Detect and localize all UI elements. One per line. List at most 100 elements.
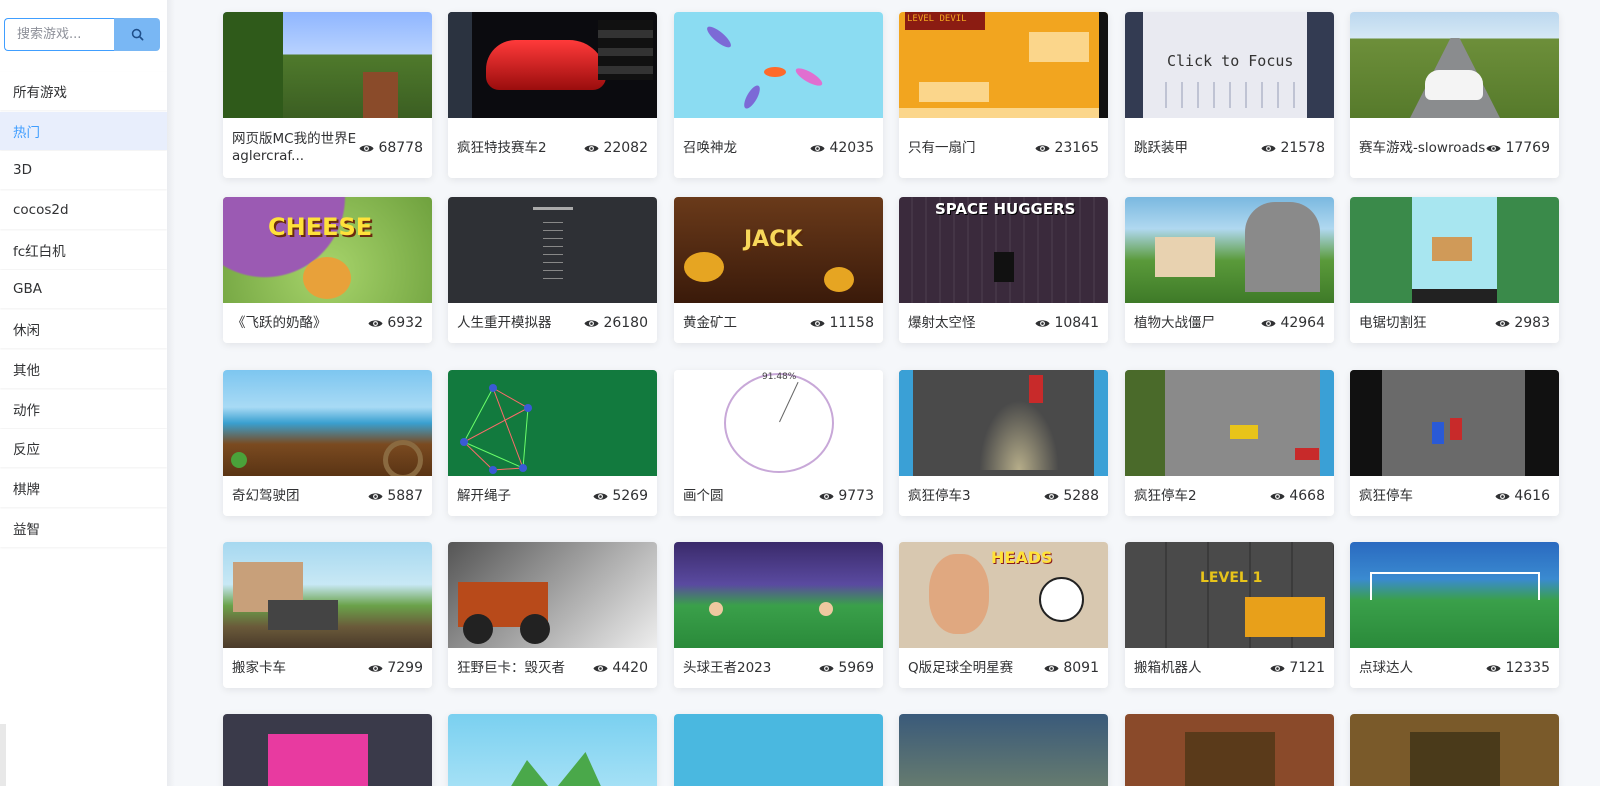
- search-icon: [131, 28, 143, 41]
- game-card[interactable]: 91.48% 画个圆 9773: [674, 370, 883, 516]
- game-thumbnail[interactable]: 91.48%: [674, 370, 883, 476]
- game-card[interactable]: 点球达人 12335: [1350, 542, 1559, 688]
- category-label: 其他: [13, 362, 40, 379]
- game-thumbnail[interactable]: [1350, 12, 1559, 118]
- category-item[interactable]: 其他: [0, 349, 167, 388]
- game-thumbnail[interactable]: [448, 542, 657, 648]
- game-card[interactable]: Click to Focus 跳跃装甲 21578: [1125, 12, 1334, 178]
- game-thumbnail[interactable]: HEADS: [899, 542, 1108, 648]
- game-card[interactable]: HEADS Q版足球全明星赛 8091: [899, 542, 1108, 688]
- game-thumbnail[interactable]: [1350, 542, 1559, 648]
- game-thumbnail[interactable]: [674, 714, 883, 786]
- game-card[interactable]: 植物大战僵尸 42964: [1125, 197, 1334, 343]
- game-card[interactable]: 赛车游戏-slowroads 17769: [1350, 12, 1559, 178]
- category-item[interactable]: 反应: [0, 429, 167, 468]
- eye-icon: [584, 319, 599, 327]
- game-card[interactable]: [448, 714, 657, 786]
- game-thumbnail[interactable]: [448, 12, 657, 118]
- game-card[interactable]: [674, 714, 883, 786]
- game-info: 点球达人 12335: [1350, 648, 1559, 688]
- game-card[interactable]: 电锯切割狂 2983: [1350, 197, 1559, 343]
- game-thumbnail[interactable]: LEVEL 1: [1125, 542, 1334, 648]
- view-count: 26180: [584, 315, 648, 331]
- game-thumbnail[interactable]: [1350, 197, 1559, 303]
- game-card[interactable]: 奇幻驾驶团 5887: [223, 370, 432, 516]
- view-count-value: 2983: [1514, 315, 1550, 331]
- view-count-value: 9773: [838, 488, 874, 504]
- game-thumbnail[interactable]: [674, 12, 883, 118]
- game-info: 跳跃装甲 21578: [1125, 118, 1334, 178]
- eye-icon: [1495, 492, 1510, 500]
- category-label: 热门: [13, 124, 40, 141]
- thumbnail-label: HEADS: [991, 548, 1053, 567]
- game-thumbnail[interactable]: [448, 714, 657, 786]
- game-card[interactable]: CHEESE 《飞跃的奶酪》 6932: [223, 197, 432, 343]
- category-item[interactable]: 棋牌: [0, 468, 167, 507]
- game-card[interactable]: LEVEL DEVIL 只有一扇门 23165: [899, 12, 1108, 178]
- game-card[interactable]: 疯狂停车2 4668: [1125, 370, 1334, 516]
- search-button[interactable]: [114, 18, 160, 51]
- game-thumbnail[interactable]: [448, 197, 657, 303]
- game-card[interactable]: 人生重开模拟器 26180: [448, 197, 657, 343]
- game-thumbnail[interactable]: [223, 542, 432, 648]
- game-thumbnail[interactable]: Click to Focus: [1125, 12, 1334, 118]
- game-title: 奇幻驾驶团: [232, 487, 300, 504]
- game-title: 赛车游戏-slowroads: [1359, 139, 1486, 156]
- game-title: 点球达人: [1359, 659, 1413, 676]
- game-card[interactable]: 头球王者2023 5969: [674, 542, 883, 688]
- category-item[interactable]: cocos2d: [0, 191, 167, 230]
- game-card[interactable]: 疯狂停车 4616: [1350, 370, 1559, 516]
- category-item[interactable]: 休闲: [0, 310, 167, 349]
- game-card[interactable]: 召唤神龙 42035: [674, 12, 883, 178]
- game-thumbnail[interactable]: [1125, 197, 1334, 303]
- game-thumbnail[interactable]: CHEESE: [223, 197, 432, 303]
- game-thumbnail[interactable]: [448, 370, 657, 476]
- eye-icon: [1044, 492, 1059, 500]
- category-item[interactable]: 热门: [0, 111, 167, 150]
- game-thumbnail[interactable]: [899, 370, 1108, 476]
- eye-icon: [819, 492, 834, 500]
- view-count-value: 23165: [1054, 140, 1099, 156]
- game-card[interactable]: [1125, 714, 1334, 786]
- game-card[interactable]: [1350, 714, 1559, 786]
- game-card[interactable]: LEVEL 1 搬箱机器人 7121: [1125, 542, 1334, 688]
- game-card[interactable]: 疯狂特技赛车2 22082: [448, 12, 657, 178]
- thumbnail-label: 91.48%: [762, 372, 797, 382]
- view-count: 4668: [1270, 488, 1325, 504]
- game-card[interactable]: [223, 714, 432, 786]
- category-item[interactable]: fc红白机: [0, 230, 167, 269]
- category-item[interactable]: 3D: [0, 151, 167, 190]
- game-thumbnail[interactable]: [1125, 370, 1334, 476]
- game-info: 疯狂停车3 5288: [899, 476, 1108, 516]
- game-thumbnail[interactable]: [223, 12, 432, 118]
- game-title: 黄金矿工: [683, 314, 737, 331]
- game-info: 疯狂特技赛车2 22082: [448, 118, 657, 178]
- category-item[interactable]: 动作: [0, 389, 167, 428]
- game-thumbnail[interactable]: [1125, 714, 1334, 786]
- category-item[interactable]: 益智: [0, 508, 167, 547]
- game-card[interactable]: 网页版MC我的世界Eaglercraf... 68778: [223, 12, 432, 178]
- search-input[interactable]: [4, 18, 114, 51]
- game-thumbnail[interactable]: [1350, 370, 1559, 476]
- game-title: 跳跃装甲: [1134, 139, 1188, 156]
- game-card[interactable]: 疯狂停车3 5288: [899, 370, 1108, 516]
- game-thumbnail[interactable]: [899, 714, 1108, 786]
- game-card[interactable]: 狂野巨卡：毁灭者 4420: [448, 542, 657, 688]
- scrollbar[interactable]: [0, 724, 6, 786]
- game-card[interactable]: 解开绳子 5269: [448, 370, 657, 516]
- game-thumbnail[interactable]: JACK: [674, 197, 883, 303]
- game-thumbnail[interactable]: [223, 714, 432, 786]
- game-thumbnail[interactable]: [223, 370, 432, 476]
- game-card[interactable]: 搬家卡车 7299: [223, 542, 432, 688]
- game-card[interactable]: SPACE HUGGERS 爆射太空怪 10841: [899, 197, 1108, 343]
- view-count: 4420: [593, 660, 648, 676]
- game-thumbnail[interactable]: SPACE HUGGERS: [899, 197, 1108, 303]
- category-item[interactable]: GBA: [0, 270, 167, 309]
- game-card[interactable]: JACK 黄金矿工 11158: [674, 197, 883, 343]
- game-thumbnail[interactable]: LEVEL DEVIL: [899, 12, 1108, 118]
- category-item[interactable]: 所有游戏: [0, 72, 167, 110]
- game-thumbnail[interactable]: [674, 542, 883, 648]
- game-thumbnail[interactable]: [1350, 714, 1559, 786]
- game-card[interactable]: [899, 714, 1108, 786]
- view-count-value: 7299: [387, 660, 423, 676]
